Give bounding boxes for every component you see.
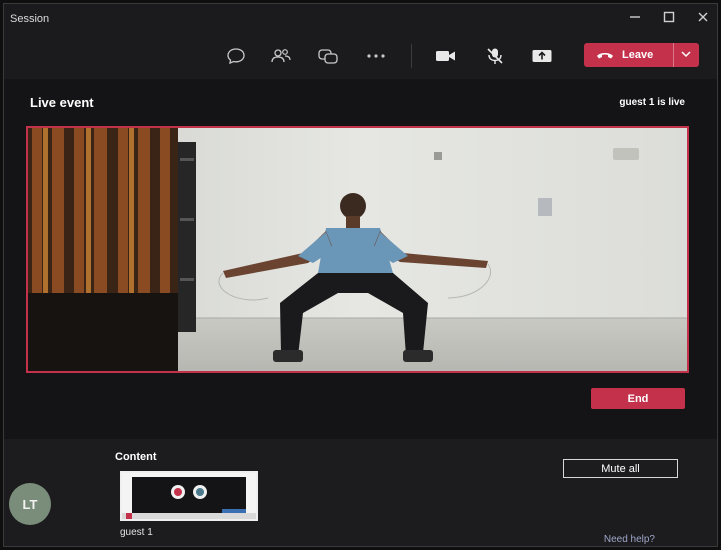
camera-icon[interactable] bbox=[434, 46, 458, 66]
participants-icon[interactable] bbox=[269, 46, 293, 66]
meeting-chat-icon[interactable] bbox=[316, 46, 340, 66]
mute-all-button[interactable]: Mute all bbox=[563, 459, 678, 478]
live-status-text: guest 1 is live bbox=[619, 97, 685, 108]
chat-icon[interactable] bbox=[224, 46, 248, 66]
hang-up-icon bbox=[596, 50, 614, 60]
page-title: Live event bbox=[30, 95, 94, 110]
leave-divider bbox=[673, 43, 674, 67]
video-frame-image bbox=[28, 128, 687, 371]
window-controls bbox=[627, 10, 711, 26]
mic-off-icon[interactable] bbox=[483, 46, 507, 66]
title-bar: Session bbox=[4, 4, 717, 34]
need-help-link[interactable]: Need help? bbox=[604, 534, 655, 545]
content-heading: Content bbox=[115, 451, 157, 463]
minimize-icon[interactable] bbox=[627, 10, 643, 26]
share-icon[interactable] bbox=[530, 46, 554, 66]
app-window: Session Leave Live event guest 1 is live… bbox=[3, 3, 718, 547]
maximize-icon[interactable] bbox=[661, 10, 677, 26]
end-event-button[interactable]: End bbox=[591, 388, 685, 409]
leave-label: Leave bbox=[622, 49, 654, 61]
chevron-down-icon[interactable] bbox=[679, 47, 693, 64]
content-thumbnail[interactable] bbox=[120, 471, 258, 521]
close-icon[interactable] bbox=[695, 10, 711, 26]
live-video-feed bbox=[26, 126, 689, 373]
more-icon[interactable] bbox=[364, 46, 388, 66]
toolbar-divider bbox=[411, 44, 412, 68]
thumbnail-preview bbox=[122, 473, 256, 519]
meeting-toolbar: Leave bbox=[4, 34, 717, 79]
avatar[interactable]: LT bbox=[9, 483, 51, 525]
thumbnail-caption: guest 1 bbox=[120, 527, 153, 538]
content-panel: Content LT guest 1 Mute all Need help? bbox=[4, 439, 717, 546]
leave-button[interactable]: Leave bbox=[584, 43, 699, 67]
window-title: Session bbox=[10, 13, 50, 25]
live-event-stage: Live event guest 1 is live End bbox=[4, 79, 717, 439]
